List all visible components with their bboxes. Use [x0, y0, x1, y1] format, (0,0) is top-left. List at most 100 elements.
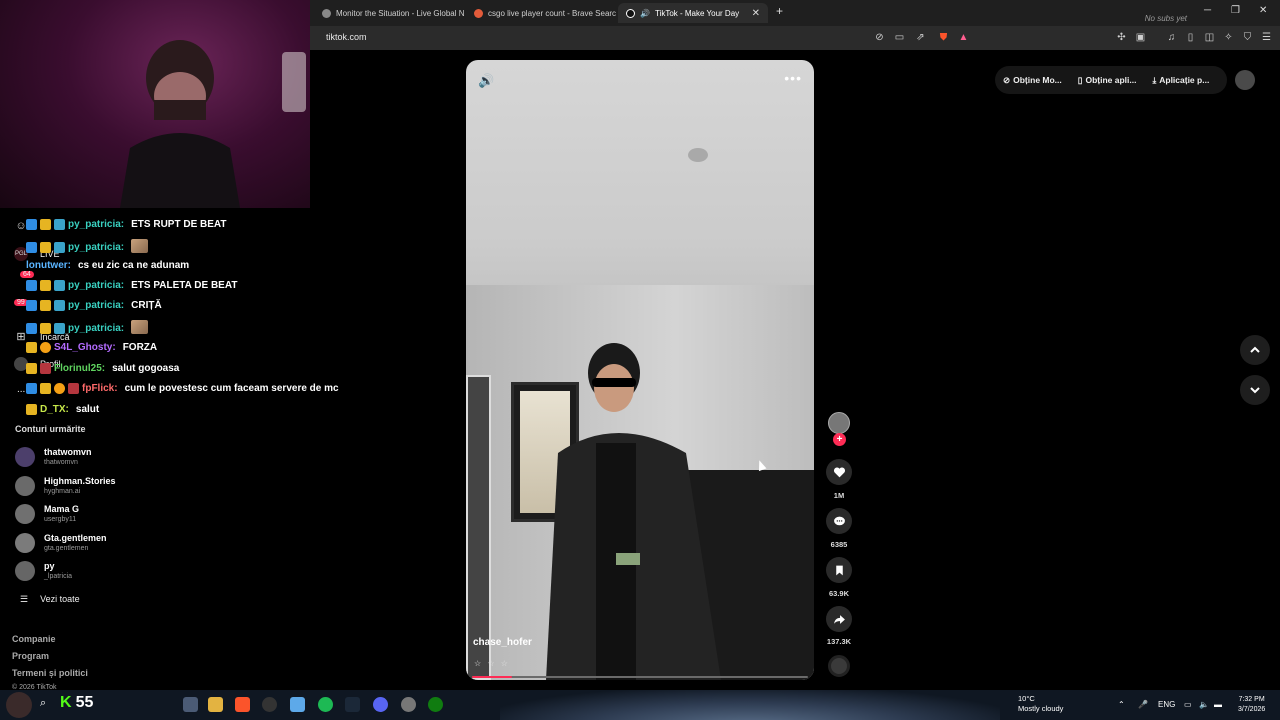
- live-count-badge: 64: [20, 271, 34, 278]
- chat-user[interactable]: py_patricia:: [68, 242, 124, 253]
- user-avatar[interactable]: [1235, 70, 1255, 90]
- share-button[interactable]: [826, 606, 852, 632]
- chat-user[interactable]: py_patricia:: [68, 219, 124, 230]
- media-icon[interactable]: ♫: [1165, 31, 1178, 44]
- new-tab-button[interactable]: +: [776, 4, 783, 18]
- spotify-icon[interactable]: [318, 697, 333, 712]
- following-name: Highman.Stories: [44, 476, 116, 486]
- following-item[interactable]: Gta.gentlemen gta.gentlemen: [15, 531, 107, 555]
- save-button[interactable]: [826, 557, 852, 583]
- vpn-icon[interactable]: ⛉: [1241, 31, 1254, 44]
- url-field[interactable]: tiktok.com: [326, 32, 367, 42]
- cast-icon[interactable]: ▭: [893, 31, 906, 44]
- desktop-app-button[interactable]: ⤓ Aplicație p...: [1144, 75, 1217, 86]
- emote-image: [131, 239, 149, 253]
- follow-plus-icon[interactable]: +: [833, 433, 846, 446]
- tab-brave-search[interactable]: csgo live player count - Brave Search: [466, 3, 616, 23]
- wallet-icon[interactable]: ▣: [1134, 31, 1147, 44]
- more-icon[interactable]: ...: [17, 384, 25, 395]
- no-video-icon[interactable]: ⊘: [873, 31, 886, 44]
- close-tab-icon[interactable]: ✕: [752, 8, 760, 19]
- discord-icon[interactable]: [373, 697, 388, 712]
- extensions-icon[interactable]: ✣: [1115, 31, 1128, 44]
- score-value: 55: [75, 694, 94, 711]
- sidebar-toggle-icon[interactable]: ▯: [1184, 31, 1197, 44]
- avatar: [15, 476, 35, 496]
- crown-badge-icon: [40, 300, 51, 311]
- video-author[interactable]: chase_hofer: [473, 637, 532, 648]
- get-coins-button[interactable]: ⊘ Obține Mo...: [995, 75, 1070, 86]
- video-caption: ☆ ☆ ☆: [474, 659, 510, 668]
- video-door: [466, 375, 491, 680]
- minimize-icon[interactable]: ─: [1204, 5, 1211, 16]
- clock-date: 3/7/2026: [1238, 706, 1266, 713]
- see-all-link[interactable]: ☰ Vezi toate: [20, 594, 80, 605]
- footer-link-program[interactable]: Program: [12, 651, 49, 661]
- obs-icon[interactable]: [262, 697, 277, 712]
- leo-icon[interactable]: ✧: [1222, 31, 1235, 44]
- tab-monitor[interactable]: Monitor the Situation - Live Global N: [314, 3, 464, 23]
- avatar: [15, 447, 35, 467]
- following-item[interactable]: thatwomvn thatwomvn: [15, 445, 92, 469]
- share-icon[interactable]: ⇗: [914, 31, 927, 44]
- close-window-icon[interactable]: ✕: [1259, 5, 1267, 16]
- task-view-icon[interactable]: [183, 697, 198, 712]
- chat-user[interactable]: py_patricia:: [68, 300, 124, 311]
- video-progress-bar[interactable]: [472, 676, 808, 678]
- next-video-button[interactable]: [1240, 375, 1270, 405]
- chat-message: D_TX: salut: [26, 404, 99, 415]
- start-avatar-icon[interactable]: [6, 692, 32, 718]
- chat-text: ETS PALETA DE BEAT: [131, 280, 238, 291]
- weather-widget[interactable]: 10°C Mostly cloudy: [1018, 694, 1063, 714]
- language-indicator[interactable]: ENG: [1158, 700, 1175, 709]
- brave-rewards-icon[interactable]: ▲: [957, 31, 970, 44]
- tray-expand-icon[interactable]: ⌃: [1118, 700, 1125, 709]
- chat-text: ETS RUPT DE BEAT: [131, 219, 227, 230]
- brave-browser-icon[interactable]: [235, 697, 250, 712]
- footer-link-company[interactable]: Companie: [12, 634, 56, 644]
- app-icon[interactable]: [401, 697, 416, 712]
- crown-badge-icon: [40, 323, 51, 334]
- chat-user[interactable]: fpFlick:: [82, 383, 118, 394]
- chat-user[interactable]: py_patricia:: [68, 280, 124, 291]
- chat-user[interactable]: Florinul25:: [54, 363, 105, 374]
- previous-video-button[interactable]: [1240, 335, 1270, 365]
- file-explorer-icon[interactable]: [208, 697, 223, 712]
- steam-icon[interactable]: [345, 697, 360, 712]
- menu-icon[interactable]: ☰: [1260, 31, 1273, 44]
- xbox-icon[interactable]: [428, 697, 443, 712]
- system-clock[interactable]: 7:32 PM 3/7/2026: [1238, 695, 1265, 715]
- battery-icon[interactable]: ▬: [1214, 700, 1222, 709]
- weather-temp: 10°C: [1018, 694, 1035, 703]
- maximize-icon[interactable]: ❐: [1231, 5, 1240, 16]
- comment-icon: [833, 516, 845, 525]
- volume-tray-icon[interactable]: 🔈: [1199, 700, 1209, 709]
- more-options-icon[interactable]: •••: [784, 70, 802, 86]
- following-item[interactable]: Mama G usergby11: [15, 502, 79, 526]
- video-player[interactable]: 🔊 ••• chase_hofer ☆ ☆ ☆: [466, 60, 814, 680]
- search-icon[interactable]: ⌕: [40, 697, 55, 712]
- comment-button[interactable]: [826, 508, 852, 534]
- crown-badge-icon: [26, 342, 37, 353]
- wallet2-icon[interactable]: ◫: [1203, 31, 1216, 44]
- footer-link-terms[interactable]: Termeni și politici: [12, 668, 88, 678]
- chat-message: py_patricia: ETS RUPT DE BEAT: [26, 219, 227, 230]
- music-disc-icon[interactable]: [828, 655, 850, 677]
- tab-tiktok[interactable]: 🔊 TikTok - Make Your Day ✕: [618, 3, 768, 23]
- microphone-icon[interactable]: 🎤: [1138, 700, 1148, 709]
- network-icon[interactable]: ▭: [1184, 700, 1192, 709]
- chat-user[interactable]: py_patricia:: [68, 323, 124, 334]
- chat-user[interactable]: S4L_Ghosty:: [54, 342, 116, 353]
- share-arrow-icon: [833, 614, 845, 624]
- volume-icon[interactable]: 🔊: [478, 73, 494, 89]
- prime-badge-icon: [26, 219, 37, 230]
- following-item[interactable]: Highman.Stories hyghman.ai: [15, 474, 116, 498]
- creator-avatar[interactable]: [828, 412, 850, 434]
- chat-user[interactable]: D_TX:: [40, 404, 69, 415]
- like-button[interactable]: [826, 459, 852, 485]
- chat-user[interactable]: lonutwer:: [26, 260, 71, 271]
- get-app-button[interactable]: ▯ Obține apli...: [1070, 75, 1145, 86]
- brave-shield-icon[interactable]: ⛊: [937, 31, 950, 44]
- store-icon[interactable]: [290, 697, 305, 712]
- following-item[interactable]: py _lpatricia: [15, 559, 72, 583]
